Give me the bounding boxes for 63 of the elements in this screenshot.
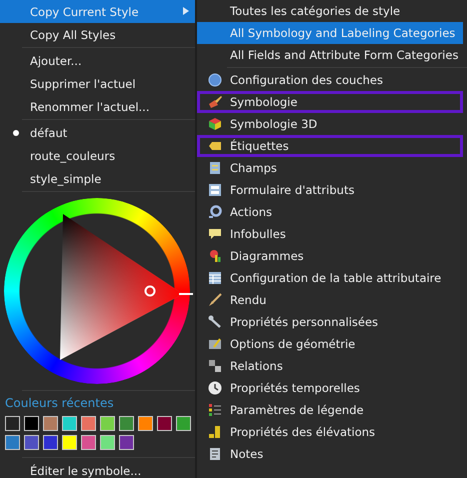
menu-item[interactable]: Copy Current Style bbox=[0, 0, 195, 23]
menu-item[interactable]: Options de géométrie bbox=[197, 333, 463, 355]
brush-icon bbox=[208, 293, 222, 307]
menu-item[interactable]: Renommer l'actuel... bbox=[0, 95, 195, 118]
squares-icon bbox=[208, 359, 222, 373]
menu-item[interactable]: Notes bbox=[197, 443, 463, 465]
color-swatch[interactable] bbox=[100, 416, 115, 431]
menu-item[interactable]: Supprimer l'actuel bbox=[0, 72, 195, 95]
menu-item[interactable]: style_simple bbox=[0, 167, 195, 190]
menu-item[interactable]: défaut bbox=[0, 121, 195, 144]
menu-item[interactable]: Paramètres de légende bbox=[197, 399, 463, 421]
cube-icon bbox=[208, 117, 222, 131]
table-icon bbox=[208, 271, 222, 285]
menu-item[interactable]: Actions bbox=[197, 201, 463, 223]
menu-item[interactable]: Configuration de la table attributaire bbox=[197, 267, 463, 289]
wrench-icon bbox=[208, 315, 222, 329]
menu-item[interactable]: All Fields and Attribute Form Categories bbox=[197, 44, 463, 66]
recent-colors-heading: Couleurs récentes bbox=[4, 395, 115, 412]
menu-item[interactable]: Symbologie bbox=[197, 91, 463, 113]
color-swatch[interactable] bbox=[24, 416, 39, 431]
color-swatch[interactable] bbox=[119, 416, 134, 431]
color-swatch[interactable] bbox=[100, 435, 115, 450]
color-swatch[interactable] bbox=[119, 435, 134, 450]
menu-item[interactable]: Formulaire d'attributs bbox=[197, 179, 463, 201]
color-swatch[interactable] bbox=[43, 416, 58, 431]
legend-icon bbox=[208, 403, 222, 417]
note-icon bbox=[208, 447, 222, 461]
menu-item[interactable]: All Symbology and Labeling Categories bbox=[197, 22, 463, 44]
color-swatch[interactable] bbox=[5, 416, 20, 431]
menu-item[interactable]: Propriétés temporelles bbox=[197, 377, 463, 399]
color-swatch[interactable] bbox=[81, 416, 96, 431]
form-icon bbox=[208, 161, 222, 175]
clock-icon bbox=[208, 381, 222, 395]
form-icon bbox=[208, 183, 222, 197]
menu-item[interactable]: route_couleurs bbox=[0, 144, 195, 167]
menu-item[interactable]: Symbologie 3D bbox=[197, 113, 463, 135]
menu-item[interactable]: Propriétés personnalisées bbox=[197, 311, 463, 333]
menu-item[interactable]: Ajouter... bbox=[0, 49, 195, 72]
color-swatch[interactable] bbox=[138, 416, 153, 431]
color-swatch[interactable] bbox=[62, 416, 77, 431]
map-edit-icon bbox=[208, 337, 222, 351]
color-swatch[interactable] bbox=[176, 416, 191, 431]
color-swatch[interactable] bbox=[5, 435, 20, 450]
color-swatch[interactable] bbox=[62, 435, 77, 450]
menu-item[interactable]: Infobulles bbox=[197, 223, 463, 245]
menu-item[interactable]: Copy All Styles bbox=[0, 23, 195, 46]
menu-item[interactable]: Champs bbox=[197, 157, 463, 179]
color-swatch[interactable] bbox=[81, 435, 96, 450]
chart-icon bbox=[208, 249, 222, 263]
menu-item[interactable]: Toutes les catégories de style bbox=[197, 0, 463, 22]
color-swatch[interactable] bbox=[157, 416, 172, 431]
menu-item[interactable]: Diagrammes bbox=[197, 245, 463, 267]
menu-item[interactable]: Propriétés des élévations bbox=[197, 421, 463, 443]
menu-item[interactable]: Configuration des couches bbox=[197, 69, 463, 91]
menu-item[interactable]: Rendu bbox=[197, 289, 463, 311]
menu-item[interactable]: Relations bbox=[197, 355, 463, 377]
label-icon bbox=[208, 139, 222, 153]
speech-bubble-icon bbox=[208, 227, 222, 241]
menu-item[interactable]: Éditer le symbole... bbox=[0, 459, 195, 478]
color-swatch[interactable] bbox=[43, 435, 58, 450]
paintbrush-icon bbox=[208, 95, 222, 109]
menu-item[interactable]: Étiquettes bbox=[197, 135, 463, 157]
color-swatch[interactable] bbox=[24, 435, 39, 450]
